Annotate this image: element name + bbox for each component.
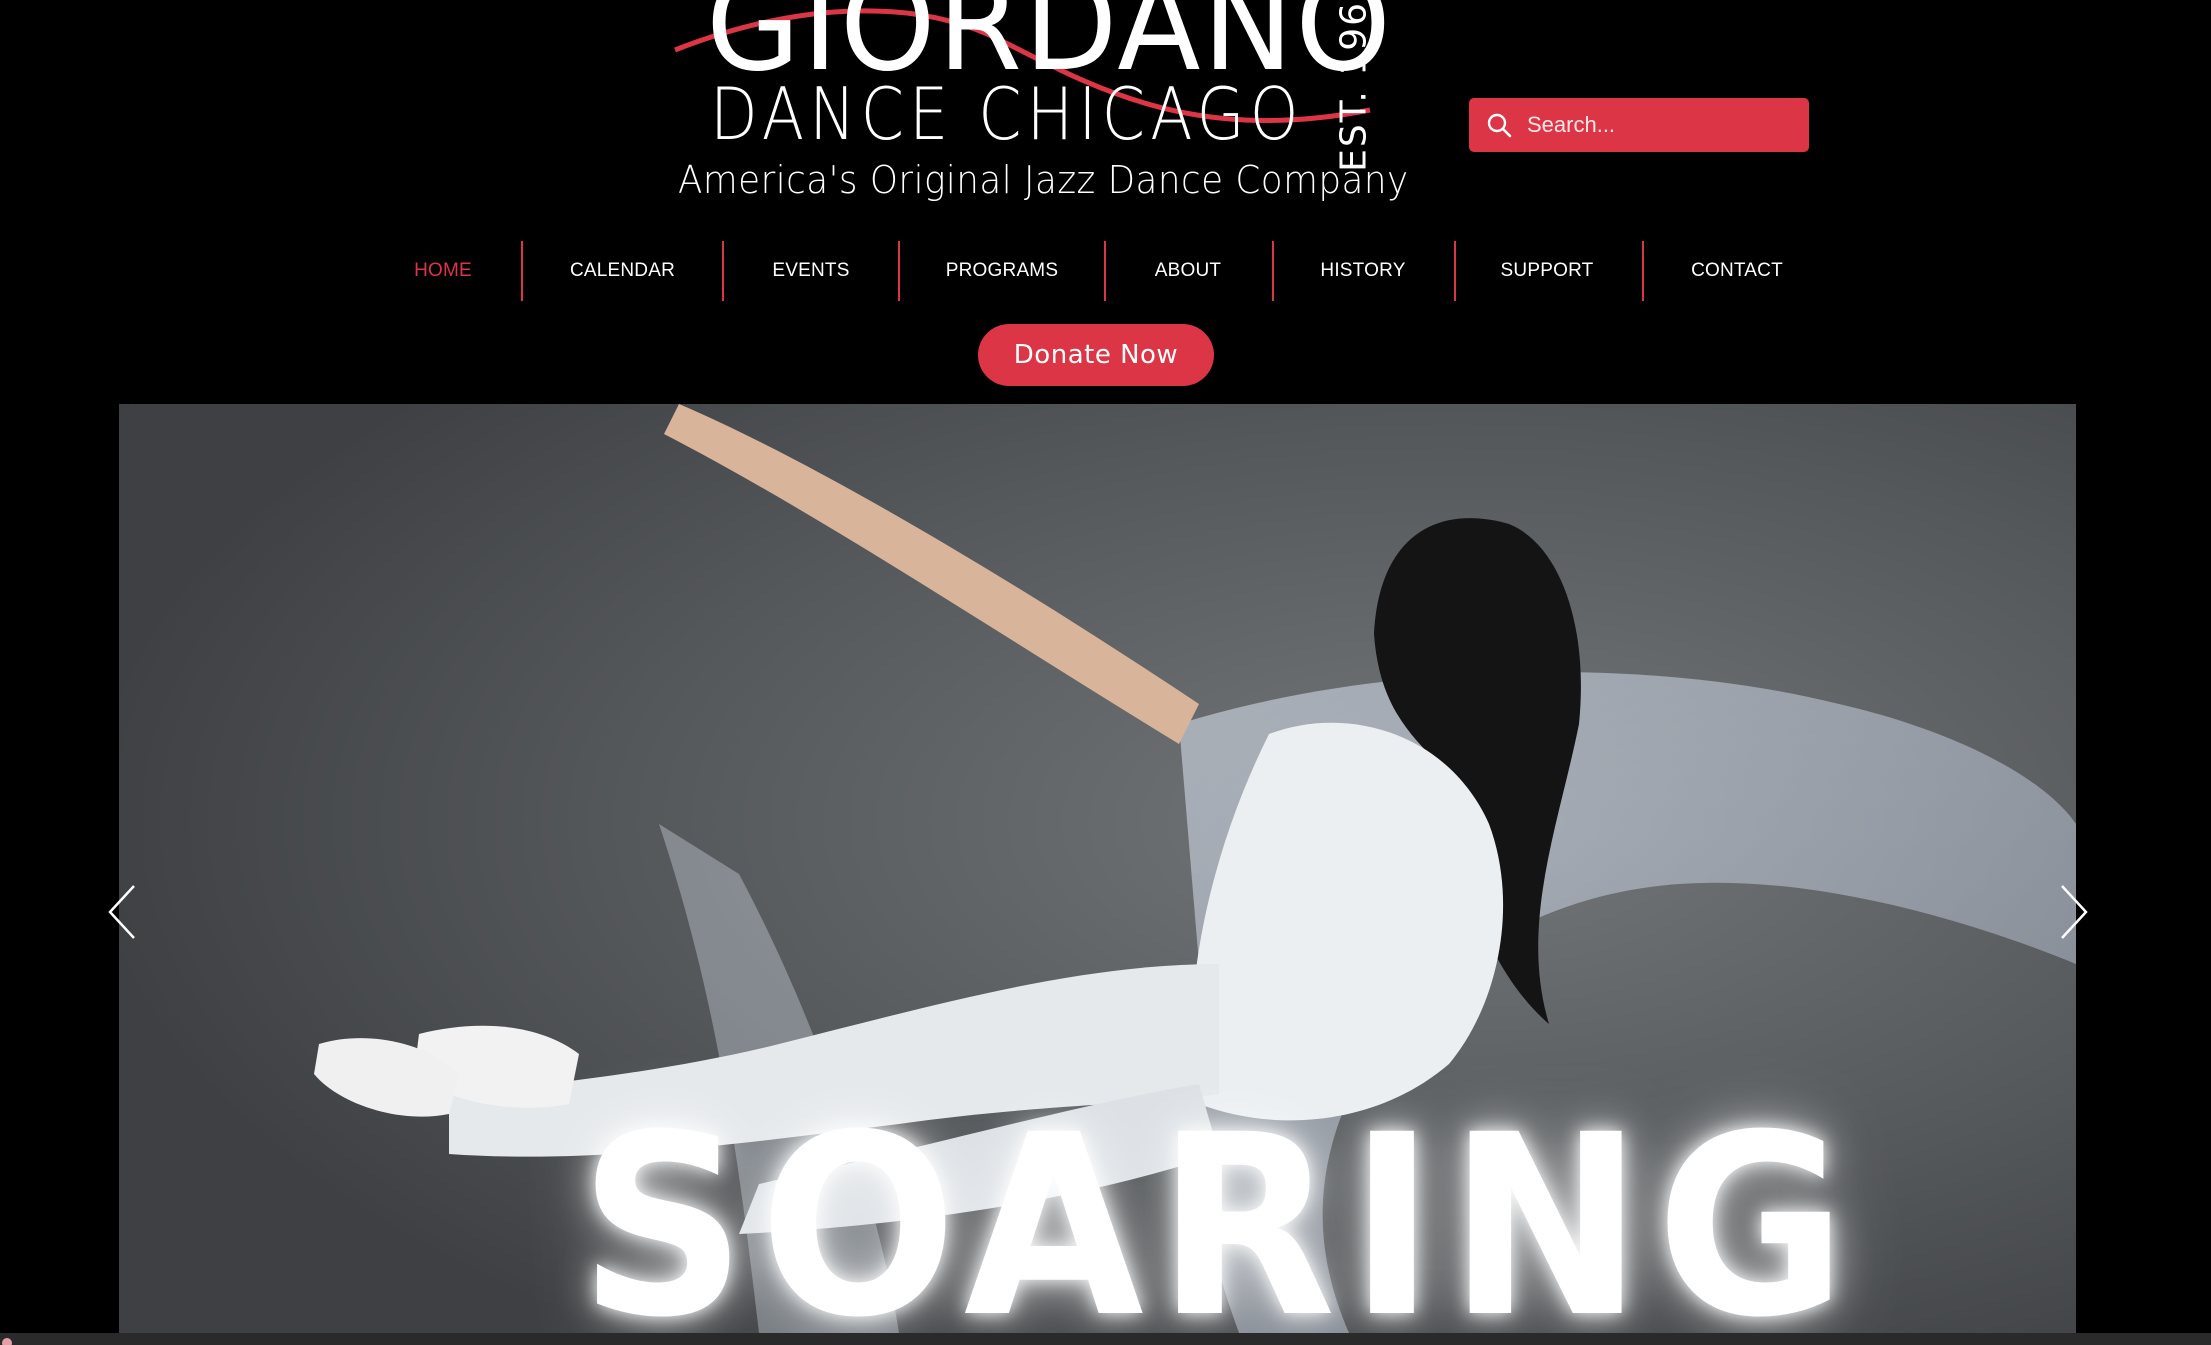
nav-item-calendar[interactable]: CALENDAR	[560, 241, 685, 301]
nav-item-support[interactable]: SUPPORT	[1497, 241, 1597, 301]
nav-divider	[1104, 241, 1106, 301]
browser-bottom-bar	[0, 1333, 2211, 1345]
chevron-right-icon	[2061, 885, 2088, 939]
nav-item-contact[interactable]: CONTACT	[1687, 241, 1787, 301]
logo-est-badge: EST. 1963	[1334, 0, 1375, 172]
nav-divider	[722, 241, 724, 301]
nav-divider	[521, 241, 523, 301]
main-nav: HOME CALENDAR EVENTS PROGRAMS ABOUT HIST…	[0, 241, 2211, 301]
donate-now-button[interactable]: Donate Now	[978, 324, 1214, 386]
search-box[interactable]	[1469, 98, 1809, 152]
nav-divider	[1642, 241, 1644, 301]
chevron-left-icon	[108, 885, 135, 939]
slideshow-next-button[interactable]	[2052, 882, 2092, 942]
search-icon	[1485, 111, 1513, 139]
nav-item-history[interactable]: HISTORY	[1313, 241, 1413, 301]
nav-item-home[interactable]: HOME	[393, 241, 493, 301]
logo-est-text: EST. 1963	[1333, 0, 1375, 172]
hero-slideshow[interactable]: SOARING	[119, 404, 2076, 1333]
status-dot	[2, 1338, 12, 1345]
nav-item-programs[interactable]: PROGRAMS	[942, 241, 1062, 301]
hero-title: SOARING	[578, 1081, 1860, 1334]
nav-divider	[898, 241, 900, 301]
page: GIORDANO DANCE CHICAGO EST. 1963 America…	[0, 0, 2211, 1345]
nav-item-about[interactable]: ABOUT	[1138, 241, 1238, 301]
slideshow-prev-button[interactable]	[104, 882, 144, 942]
nav-divider	[1454, 241, 1456, 301]
site-logo[interactable]: GIORDANO DANCE CHICAGO EST. 1963	[670, 0, 1391, 172]
nav-item-events[interactable]: EVENTS	[761, 241, 861, 301]
tagline: America's Original Jazz Dance Company	[678, 158, 1409, 202]
logo-subtitle: DANCE CHICAGO	[710, 72, 1304, 156]
search-input[interactable]	[1527, 105, 1797, 145]
nav-divider	[1272, 241, 1274, 301]
